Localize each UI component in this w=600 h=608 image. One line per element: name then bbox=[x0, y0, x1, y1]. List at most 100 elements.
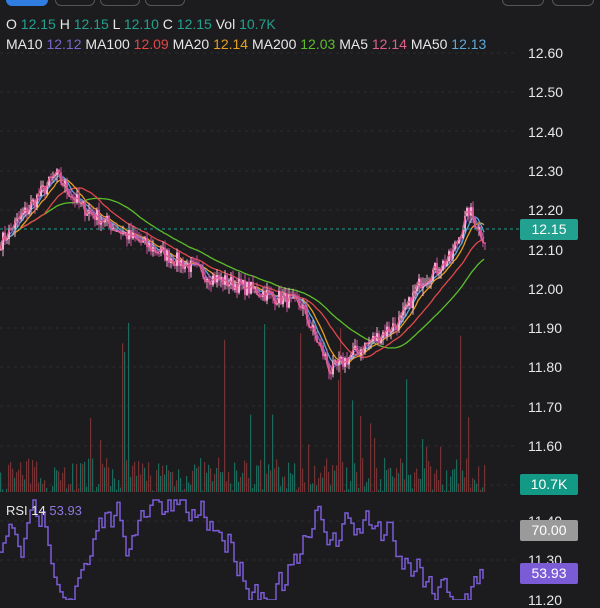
volume-bar bbox=[484, 465, 485, 492]
volume-bar bbox=[264, 324, 265, 492]
volume-bar bbox=[314, 466, 315, 492]
volume-bar bbox=[40, 478, 41, 492]
volume-bar bbox=[334, 471, 335, 492]
volume-bar bbox=[142, 464, 143, 492]
ma-value: 12.14 bbox=[213, 36, 252, 52]
volume-bar bbox=[68, 484, 69, 492]
volume-bar bbox=[458, 483, 459, 492]
low-value: 12.10 bbox=[124, 16, 159, 32]
volume-bar bbox=[408, 475, 409, 492]
low-label: L bbox=[113, 16, 120, 32]
volume-bar bbox=[122, 343, 123, 492]
volume-bar bbox=[180, 478, 181, 492]
volume-bar bbox=[84, 462, 85, 492]
volume-bar bbox=[470, 488, 471, 492]
ma-label: MA50 bbox=[411, 36, 451, 52]
volume-bar bbox=[374, 438, 375, 492]
volume-bar bbox=[12, 469, 13, 492]
volume-bar bbox=[30, 484, 31, 492]
volume-bar bbox=[368, 478, 369, 492]
volume-bar bbox=[154, 491, 155, 492]
price-chart[interactable] bbox=[0, 0, 600, 600]
volume-bar bbox=[194, 465, 195, 492]
volume-bar bbox=[44, 480, 45, 492]
volume-bar bbox=[50, 491, 51, 492]
volume-bar bbox=[126, 460, 127, 492]
volume-bar bbox=[284, 476, 285, 492]
volume-bar bbox=[100, 440, 101, 492]
volume-bar bbox=[148, 462, 149, 492]
ohlc-readout: O 12.15 H 12.15 L 12.10 C 12.15 Vol 10.7… bbox=[6, 16, 276, 32]
volume-bar bbox=[416, 469, 417, 492]
high-label: H bbox=[60, 16, 70, 32]
volume-bar bbox=[298, 487, 299, 492]
volume-bar bbox=[158, 464, 159, 492]
rsi-level-tag: 70.00 bbox=[520, 520, 578, 541]
volume-bar bbox=[438, 480, 439, 492]
volume-bar bbox=[256, 465, 257, 492]
volume-bar bbox=[192, 471, 193, 492]
volume-bar bbox=[176, 480, 177, 492]
volume-bar bbox=[466, 458, 467, 492]
volume-bar bbox=[80, 463, 81, 492]
price-axis-tick: 11.80 bbox=[528, 359, 562, 375]
high-value: 12.15 bbox=[74, 16, 109, 32]
volume-bar bbox=[102, 464, 103, 492]
volume-bar bbox=[128, 323, 129, 492]
volume-bar bbox=[64, 467, 65, 492]
volume-bar bbox=[262, 489, 263, 492]
volume-bar bbox=[260, 460, 261, 492]
volume-bar bbox=[238, 482, 239, 492]
volume-label: Vol bbox=[216, 16, 235, 32]
volume-bar bbox=[202, 491, 203, 492]
volume-bar bbox=[78, 488, 79, 492]
volume-bar bbox=[116, 490, 117, 492]
volume-bar bbox=[70, 484, 71, 492]
volume-bar bbox=[454, 469, 455, 492]
volume-bar bbox=[418, 478, 419, 492]
volume-bar bbox=[28, 459, 29, 492]
volume-bar bbox=[300, 333, 301, 492]
volume-bar bbox=[384, 458, 385, 492]
volume-bar bbox=[240, 477, 241, 492]
volume-bar bbox=[450, 477, 451, 492]
volume-bar bbox=[198, 466, 199, 492]
volume-bar bbox=[364, 486, 365, 492]
volume-bar bbox=[250, 415, 251, 492]
volume-bar bbox=[16, 472, 17, 492]
volume-bar bbox=[254, 484, 255, 492]
volume-bar bbox=[296, 490, 297, 492]
rsi-value: 53.93 bbox=[49, 503, 82, 518]
volume-bar bbox=[132, 466, 133, 492]
volume-bar bbox=[76, 464, 77, 492]
ma-label: MA100 bbox=[85, 36, 133, 52]
volume-bar bbox=[156, 470, 157, 492]
volume-bar bbox=[228, 472, 229, 492]
volume-bar bbox=[392, 476, 393, 492]
price-axis-tick: 12.60 bbox=[528, 45, 563, 61]
volume-bar bbox=[186, 476, 187, 492]
price-axis-tick: 12.50 bbox=[528, 84, 563, 100]
volume-bar bbox=[226, 481, 227, 492]
volume-bar bbox=[214, 474, 215, 492]
volume-bar bbox=[110, 486, 111, 492]
volume-bar bbox=[422, 439, 423, 492]
price-axis-tick: 12.40 bbox=[528, 124, 563, 140]
volume-bar bbox=[172, 472, 173, 492]
volume-bar bbox=[0, 473, 1, 492]
volume-bar bbox=[208, 465, 209, 492]
volume-bar bbox=[62, 473, 63, 492]
volume-bar bbox=[316, 486, 317, 492]
volume-bar bbox=[352, 400, 353, 492]
volume-bar bbox=[350, 481, 351, 492]
volume-bar bbox=[234, 463, 235, 492]
ma-label: MA5 bbox=[339, 36, 372, 52]
price-axis-tick: 12.00 bbox=[528, 281, 563, 297]
volume-bar bbox=[424, 468, 425, 492]
volume-bar bbox=[312, 483, 313, 492]
volume-bar bbox=[444, 491, 445, 492]
volume-bar bbox=[24, 479, 25, 492]
volume-bar bbox=[342, 462, 343, 492]
volume-tag: 10.7K bbox=[520, 474, 578, 495]
volume-bar bbox=[428, 461, 429, 492]
